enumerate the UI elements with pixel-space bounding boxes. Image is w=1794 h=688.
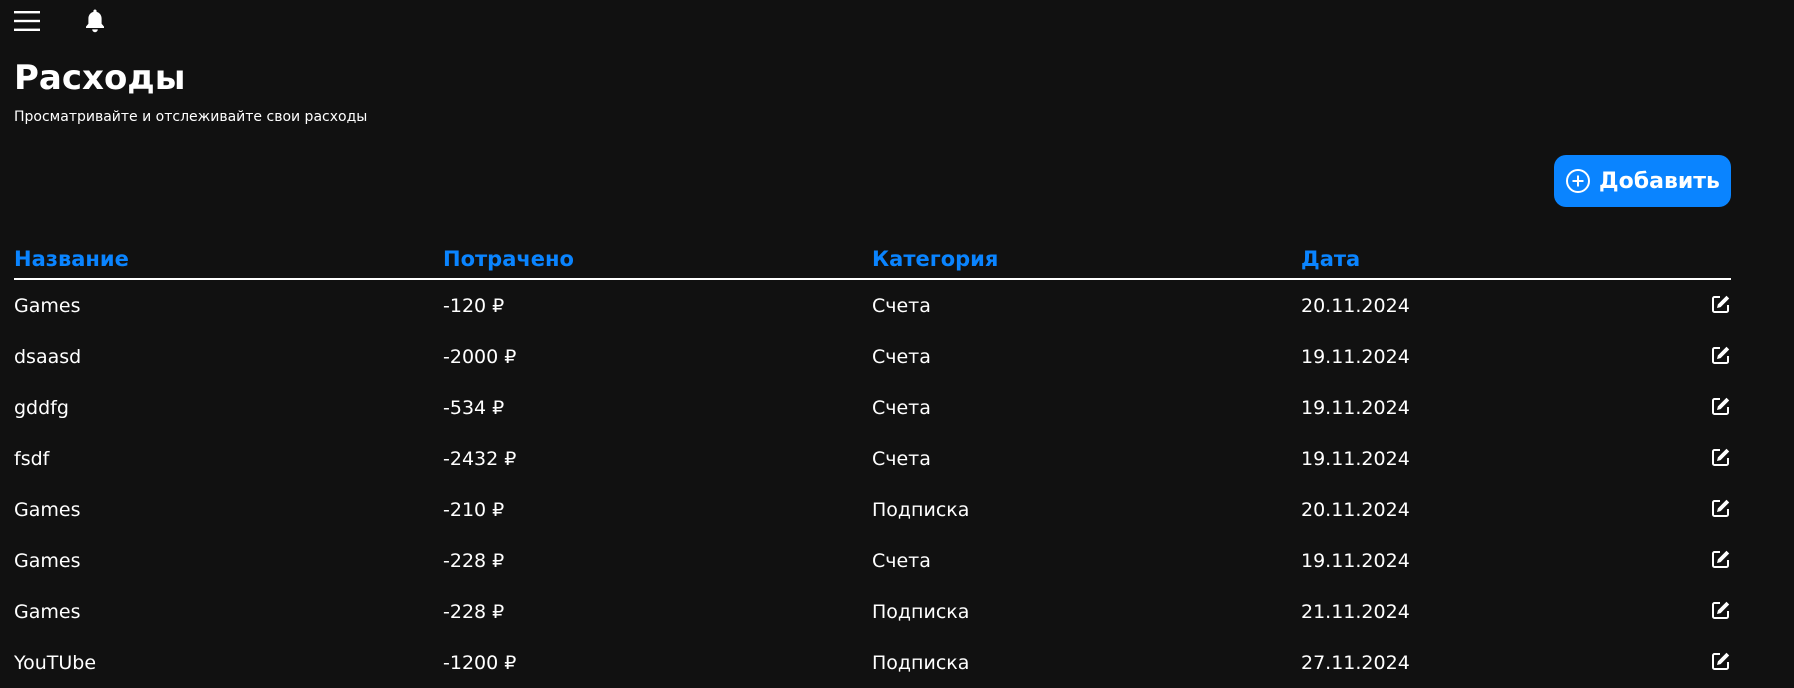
cell-name: dsaasd [14, 346, 82, 368]
cell-category: Счета [872, 550, 931, 572]
plus-circle-icon [1566, 169, 1591, 193]
edit-icon[interactable] [1711, 549, 1731, 569]
cell-name: gddfg [14, 397, 69, 419]
table-header: Название Потрачено Категория Дата [14, 240, 1731, 280]
edit-icon[interactable] [1711, 396, 1731, 416]
table-row: gddfg -534 ₽ Счета 19.11.2024 [14, 382, 1731, 433]
cell-category: Счета [872, 346, 931, 368]
column-header-date[interactable]: Дата [1301, 245, 1360, 273]
cell-spent: -1200 ₽ [443, 652, 517, 674]
bell-icon[interactable] [84, 8, 106, 34]
cell-date: 19.11.2024 [1301, 346, 1410, 368]
table-row: YouTUbe -1200 ₽ Подписка 27.11.2024 [14, 637, 1731, 688]
cell-date: 19.11.2024 [1301, 397, 1410, 419]
cell-name: fsdf [14, 448, 50, 470]
table-row: Games -210 ₽ Подписка 20.11.2024 [14, 484, 1731, 535]
cell-category: Счета [872, 295, 931, 317]
edit-icon[interactable] [1711, 600, 1731, 620]
page-title: Расходы [14, 58, 186, 98]
cell-category: Подписка [872, 652, 970, 674]
column-header-name[interactable]: Название [14, 245, 129, 273]
cell-name: Games [14, 550, 81, 572]
table-row: dsaasd -2000 ₽ Счета 19.11.2024 [14, 331, 1731, 382]
cell-category: Счета [872, 448, 931, 470]
cell-category: Подписка [872, 499, 970, 521]
cell-spent: -534 ₽ [443, 397, 505, 419]
cell-spent: -228 ₽ [443, 601, 505, 623]
table-row: Games -228 ₽ Счета 19.11.2024 [14, 535, 1731, 586]
column-header-category[interactable]: Категория [872, 245, 998, 273]
edit-icon[interactable] [1711, 294, 1731, 314]
expenses-table: Название Потрачено Категория Дата Games … [14, 240, 1731, 688]
cell-date: 19.11.2024 [1301, 448, 1410, 470]
edit-icon[interactable] [1711, 651, 1731, 671]
edit-icon[interactable] [1711, 345, 1731, 365]
cell-name: YouTUbe [14, 652, 97, 674]
cell-spent: -120 ₽ [443, 295, 505, 317]
cell-date: 21.11.2024 [1301, 601, 1410, 623]
table-row: Games -228 ₽ Подписка 21.11.2024 [14, 586, 1731, 637]
cell-date: 20.11.2024 [1301, 295, 1410, 317]
cell-spent: -2000 ₽ [443, 346, 517, 368]
table-row: Games -120 ₽ Счета 20.11.2024 [14, 280, 1731, 331]
cell-name: Games [14, 499, 81, 521]
cell-category: Подписка [872, 601, 970, 623]
cell-date: 20.11.2024 [1301, 499, 1410, 521]
cell-spent: -210 ₽ [443, 499, 505, 521]
cell-spent: -228 ₽ [443, 550, 505, 572]
hamburger-menu-icon[interactable] [14, 10, 40, 32]
cell-date: 27.11.2024 [1301, 652, 1410, 674]
cell-spent: -2432 ₽ [443, 448, 517, 470]
top-bar [14, 6, 106, 36]
page-subtitle: Просматривайте и отслеживайте свои расхо… [14, 109, 368, 125]
column-header-spent[interactable]: Потрачено [443, 245, 574, 273]
cell-name: Games [14, 295, 81, 317]
edit-icon[interactable] [1711, 447, 1731, 467]
add-expense-button[interactable]: Добавить [1554, 155, 1731, 207]
cell-name: Games [14, 601, 81, 623]
add-button-label: Добавить [1599, 168, 1720, 194]
cell-category: Счета [872, 397, 931, 419]
table-row: fsdf -2432 ₽ Счета 19.11.2024 [14, 433, 1731, 484]
cell-date: 19.11.2024 [1301, 550, 1410, 572]
edit-icon[interactable] [1711, 498, 1731, 518]
